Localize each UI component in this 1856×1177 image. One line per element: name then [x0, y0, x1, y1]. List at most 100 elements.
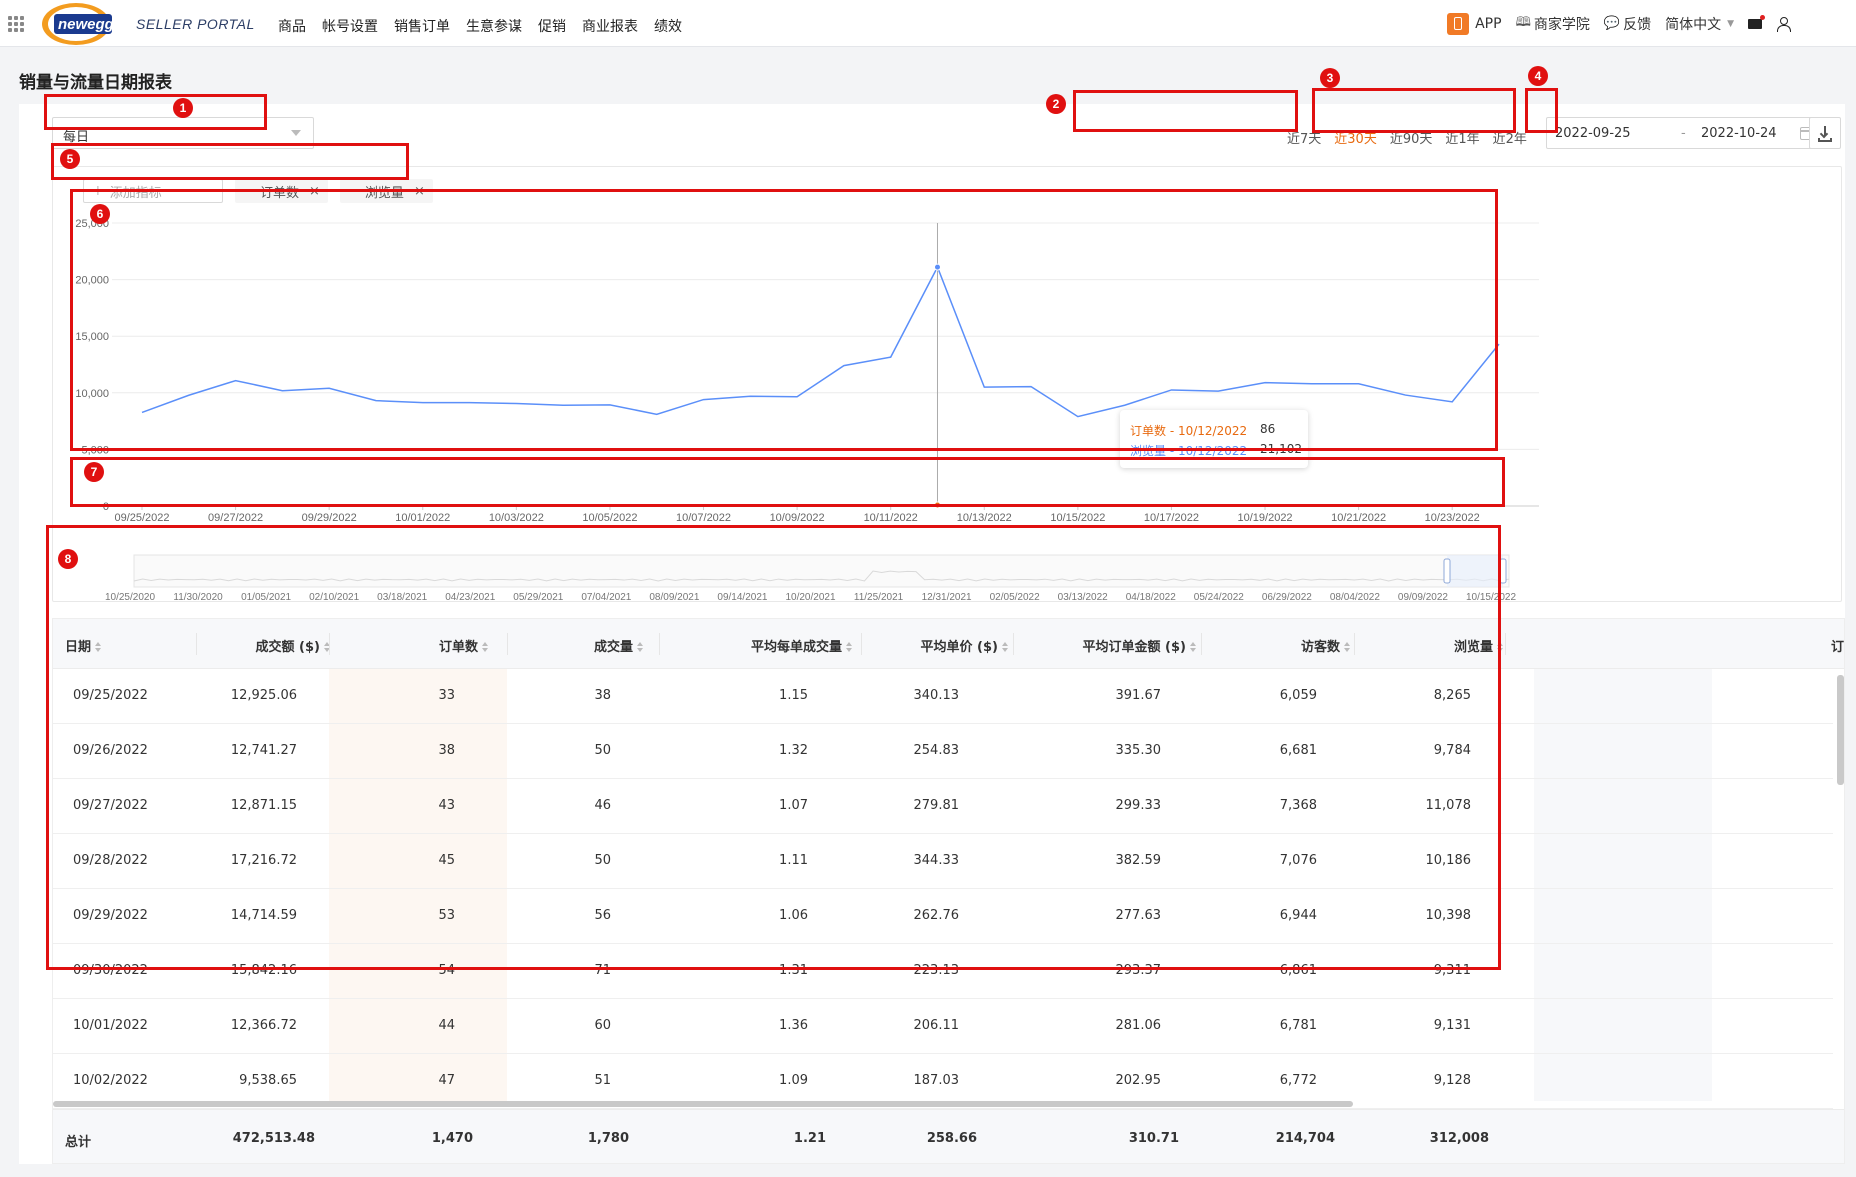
table-row[interactable]: 09/27/2022 12,871.15 43 46 1.07 279.81 299.33 7…	[53, 779, 1833, 834]
user-icon[interactable]	[1776, 16, 1791, 32]
table-cell: 47	[438, 1073, 455, 1088]
range-tab[interactable]: 近90天	[1390, 128, 1433, 147]
academy-link[interactable]: 🕮 商家学院	[1516, 13, 1590, 35]
sort-icon[interactable]	[1497, 642, 1504, 653]
menu-item[interactable]: 商品	[278, 16, 306, 36]
table-cell: 10,186	[1425, 853, 1472, 868]
tooltip-views-row: 浏览量 - 10/12/2022 21,102	[1130, 442, 1302, 459]
tooltip-views-label: 浏览量 - 10/12/2022	[1130, 444, 1248, 458]
brush-handle-left[interactable]	[1443, 558, 1451, 584]
tooltip-views-value: 21,102	[1260, 442, 1302, 456]
horizontal-scrollbar[interactable]	[53, 1101, 1353, 1107]
newegg-logo[interactable]: newegg	[36, 2, 112, 46]
date-start[interactable]: 2022-09-25	[1555, 126, 1631, 141]
menu-item[interactable]: 绩效	[654, 16, 682, 36]
sort-icon[interactable]	[1344, 642, 1351, 653]
chart-tooltip: 订单数 - 10/12/2022 86 浏览量 - 10/12/2022 21,…	[1120, 410, 1308, 468]
period-select-value: 每日	[63, 130, 90, 145]
chevron-down-icon	[291, 130, 301, 136]
range-brush[interactable]: 10/25/2020 11/30/2020 01/05/2021 02/10/2021…	[53, 553, 1843, 601]
date-range-picker[interactable]: 2022-09-25 - 2022-10-24	[1546, 117, 1822, 149]
range-tab[interactable]: 近2年	[1493, 128, 1527, 147]
download-button[interactable]	[1809, 117, 1841, 149]
sort-icon[interactable]	[1002, 642, 1009, 653]
table-cell: 344.33	[913, 853, 960, 868]
table-cell: 1.07	[779, 798, 808, 813]
range-tab[interactable]: 近1年	[1445, 128, 1479, 147]
sort-icon[interactable]	[482, 642, 489, 653]
feedback-link[interactable]: 💬 反馈	[1604, 14, 1651, 34]
totals-cell: 312,008	[1429, 1131, 1489, 1146]
column-header[interactable]: 成交量	[594, 636, 644, 655]
table-cell: 9,311	[1433, 963, 1471, 978]
table-row[interactable]: 09/26/2022 12,741.27 38 50 1.32 254.83 335.30 6…	[53, 724, 1833, 779]
table-cell: 1.36	[779, 1018, 808, 1033]
column-divider	[861, 633, 862, 655]
sort-icon[interactable]	[1190, 642, 1197, 653]
menu-item[interactable]: 帐号设置	[322, 16, 378, 36]
table-cell: 38	[438, 743, 455, 758]
x-tick-label: 10/09/2022	[770, 512, 825, 524]
language-select[interactable]: 简体中文 ▼	[1665, 14, 1734, 34]
table-row[interactable]: 09/25/2022 12,925.06 33 38 1.15 340.13 391.67 6…	[53, 669, 1833, 724]
column-header-label: 平均单价 ($)	[920, 640, 998, 655]
brush-tick-label: 06/29/2022	[1262, 592, 1312, 601]
period-select[interactable]: 每日	[52, 117, 314, 149]
table-cell: 187.03	[913, 1073, 960, 1088]
menu-item[interactable]: 生意参谋	[466, 16, 522, 36]
app-grid-icon[interactable]	[8, 16, 24, 32]
column-header[interactable]: 订单数	[439, 636, 489, 655]
column-header[interactable]: 平均单价 ($)	[921, 636, 1009, 655]
report-card: 每日 近7天 近30天 近90天 近1年 近2年 2022-09-25 - 2022-1…	[19, 104, 1845, 1164]
table-row[interactable]: 09/30/2022 15,842.16 54 71 1.31 223.13 293.37 6…	[53, 944, 1833, 999]
table-cell: 7,076	[1279, 853, 1317, 868]
range-tab[interactable]: 近7天	[1287, 128, 1321, 147]
sort-icon[interactable]	[637, 642, 644, 653]
brush-handle-right[interactable]	[1499, 558, 1507, 584]
x-tick-label: 10/01/2022	[395, 512, 450, 524]
column-header[interactable]: 平均每单成交量	[751, 636, 853, 655]
table-cell: 12,366.72	[230, 1018, 297, 1033]
table-cell: 15,842.16	[230, 963, 297, 978]
table-cell: 1.32	[779, 743, 808, 758]
sort-icon[interactable]	[846, 642, 853, 653]
line-chart[interactable]: 05,00010,00015,00020,00025,00009/25/2022…	[53, 217, 1843, 557]
column-header[interactable]: 日期	[65, 636, 102, 655]
mail-icon[interactable]	[1748, 14, 1765, 29]
table-cell: 1.15	[779, 688, 808, 703]
column-header[interactable]: 平均订单金额 ($)	[1083, 636, 1197, 655]
column-header[interactable]: 成交额 ($)	[256, 636, 331, 655]
series-color-swatch	[347, 190, 358, 192]
brush-tick-label: 05/24/2022	[1194, 592, 1244, 601]
vertical-scrollbar[interactable]	[1837, 675, 1844, 785]
table-cell: 9,131	[1433, 1018, 1471, 1033]
menu-item[interactable]: 商业报表	[582, 16, 638, 36]
menu-item[interactable]: 促销	[538, 16, 566, 36]
table-cell: 279.81	[913, 798, 960, 813]
close-icon[interactable]: ×	[414, 184, 425, 199]
x-tick-label: 09/27/2022	[208, 512, 263, 524]
chevron-down-icon: ▼	[1727, 18, 1734, 29]
metric-tag: 订单数 ×	[235, 179, 328, 203]
table-row[interactable]: 09/28/2022 17,216.72 45 50 1.11 344.33 382.59 7…	[53, 834, 1833, 889]
table-cell: 254.83	[913, 743, 960, 758]
table-cell: 6,681	[1279, 743, 1317, 758]
metric-tag: 浏览量 ×	[339, 179, 433, 203]
column-header-label: 日期	[65, 640, 92, 655]
sort-icon[interactable]	[95, 642, 102, 653]
range-tab[interactable]: 近30天	[1334, 128, 1377, 147]
close-icon[interactable]: ×	[309, 184, 320, 199]
table-row[interactable]: 10/01/2022 12,366.72 44 60 1.36 206.11 281.06 6…	[53, 999, 1833, 1054]
add-metric-input[interactable]: + 添加指标	[83, 179, 223, 203]
table-row[interactable]: 09/29/2022 14,714.59 53 56 1.06 262.76 277.63 6…	[53, 889, 1833, 944]
date-end[interactable]: 2022-10-24	[1701, 126, 1777, 141]
menu-item[interactable]: 销售订单	[394, 16, 450, 36]
column-header[interactable]: 订单转	[1831, 636, 1844, 655]
brush-selection[interactable]	[1447, 555, 1503, 587]
academy-label: 商家学院	[1533, 16, 1590, 33]
app-link[interactable]: APP	[1447, 12, 1502, 35]
column-divider	[1505, 633, 1506, 655]
column-header[interactable]: 浏览量	[1454, 636, 1504, 655]
feedback-label: 反馈	[1623, 16, 1652, 33]
column-header[interactable]: 访客数	[1301, 636, 1351, 655]
